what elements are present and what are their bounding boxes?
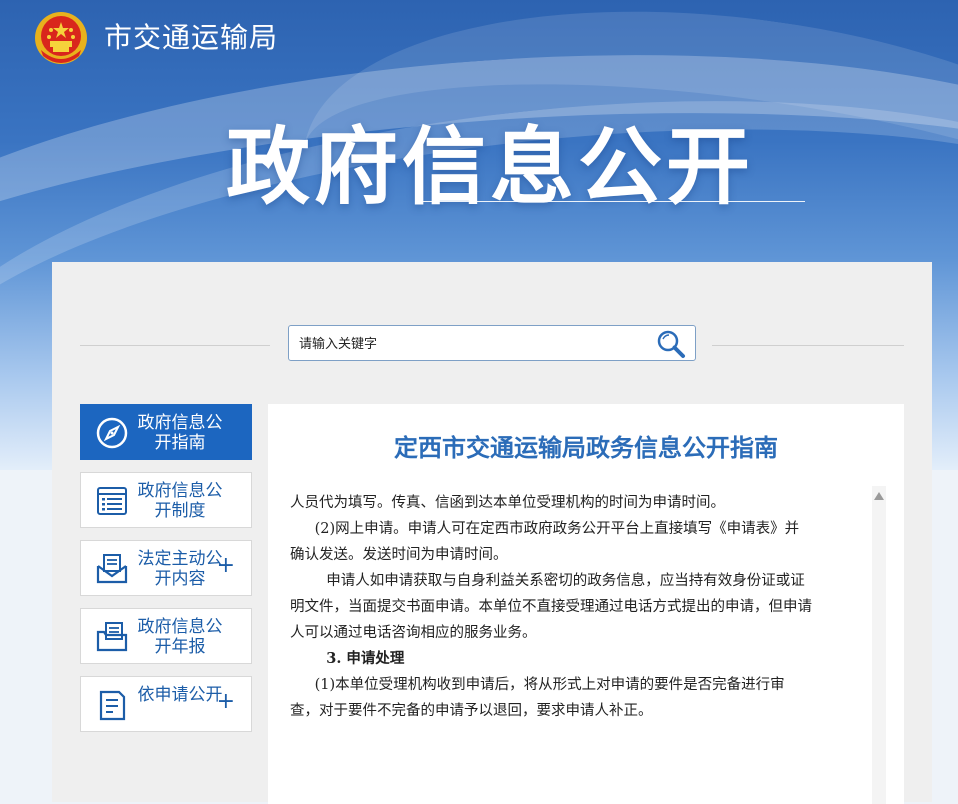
article-paragraph: (2)网上申请。申请人可在定西市政府政务公开平台上直接填写《申请表》并确认发送。… xyxy=(290,521,800,563)
agency-name: 市交通运输局 xyxy=(104,21,279,54)
search-bar xyxy=(288,325,696,361)
article-body: 人员代为填写。传真、信函到达本单位受理机构的时间为申请时间。 (2)网上申请。申… xyxy=(290,490,812,724)
divider xyxy=(80,345,270,346)
compass-icon xyxy=(96,417,128,449)
scrollbar[interactable] xyxy=(872,486,886,804)
search-input[interactable] xyxy=(297,332,641,356)
content-area: 定西市交通运输局政务信息公开指南 人员代为填写。传真、信函到达本单位受理机构的时… xyxy=(268,404,904,804)
expand-plus-icon[interactable]: + xyxy=(217,555,235,577)
scroll-up-icon[interactable] xyxy=(874,492,884,500)
page-title: 定西市交通运输局政务信息公开指南 xyxy=(394,434,778,462)
sidebar-item-active-disclosure[interactable]: 法定主动公开内容 + xyxy=(80,540,252,596)
sidebar-item-label: 依申请公开 xyxy=(137,685,223,705)
envelope-document-icon xyxy=(96,554,128,584)
search-icon[interactable] xyxy=(655,329,687,359)
national-emblem-icon xyxy=(35,12,87,64)
sidebar-item-label: 政府信息公开指南 xyxy=(137,413,223,453)
divider xyxy=(712,345,904,346)
sidebar-item-label: 法定主动公开内容 xyxy=(137,549,223,589)
article-paragraph: 人员代为填写。传真、信函到达本单位受理机构的时间为申请时间。 xyxy=(290,495,725,511)
sidebar-item-label: 政府信息公开制度 xyxy=(137,481,223,521)
expand-plus-icon[interactable]: + xyxy=(217,691,235,713)
main-panel: 政府信息公开指南 政府信息公开制度 法定主动公开内容 + 政府信息公开 xyxy=(52,262,932,804)
folder-document-icon xyxy=(96,622,128,652)
article-paragraph: (1)本单位受理机构收到申请后，将从形式上对申请的要件是否完备进行审查，对于要件… xyxy=(290,677,785,719)
hero-underline xyxy=(415,201,805,202)
sidebar-item-guide[interactable]: 政府信息公开指南 xyxy=(80,404,252,460)
list-document-icon xyxy=(97,487,127,515)
sidebar-item-annual-report[interactable]: 政府信息公开年报 xyxy=(80,608,252,664)
sidebar-item-label: 政府信息公开年报 xyxy=(137,617,223,657)
sidebar-item-system[interactable]: 政府信息公开制度 xyxy=(80,472,252,528)
section-heading: 3. 申请处理 xyxy=(326,650,405,667)
article-paragraph: 申请人如申请获取与自身利益关系密切的政务信息，应当持有效身份证或证明文件，当面提… xyxy=(290,573,812,641)
hero-title: 政府信息公开 xyxy=(225,118,754,216)
clipboard-icon xyxy=(99,690,126,721)
sidebar-item-request-disclosure[interactable]: 依申请公开 + xyxy=(80,676,252,732)
